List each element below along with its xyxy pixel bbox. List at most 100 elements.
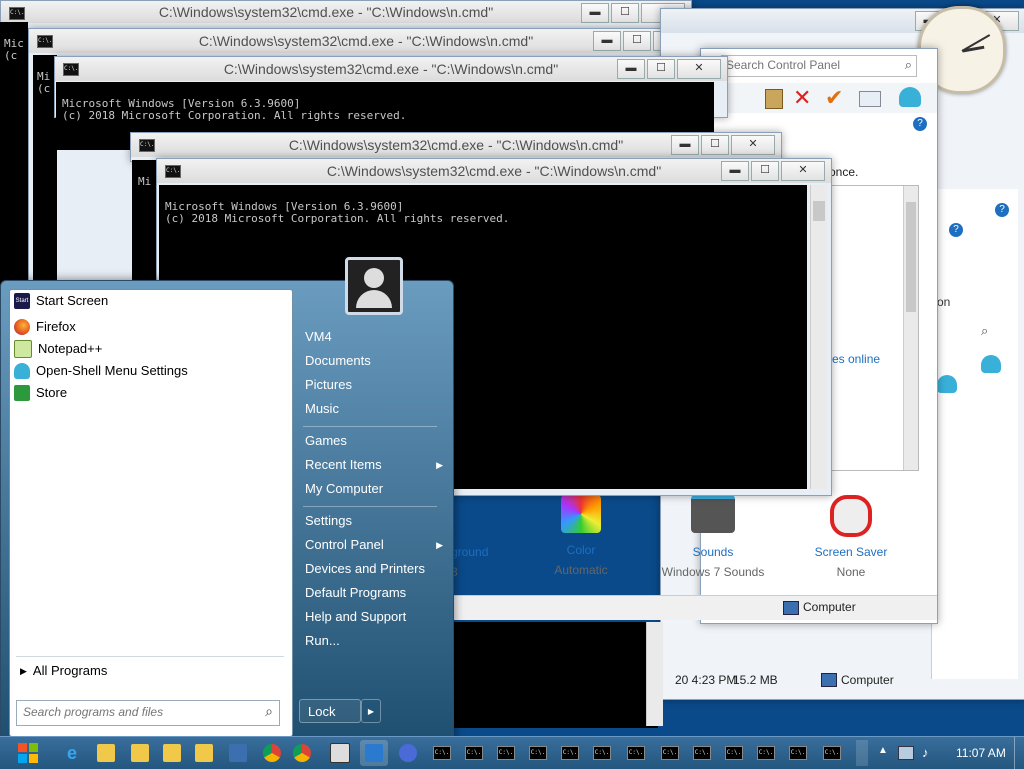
taskbar-cmd[interactable]: C:\. xyxy=(428,740,456,766)
start-item-pictures[interactable]: Pictures xyxy=(305,374,445,396)
cp-link-online[interactable]: es online xyxy=(832,352,880,366)
program-notepadpp[interactable]: Notepad++ xyxy=(14,338,102,360)
taskbar-cmd[interactable]: C:\. xyxy=(752,740,780,766)
maximize-button[interactable]: ☐ xyxy=(751,161,779,181)
help-icon[interactable]: ? xyxy=(995,203,1009,217)
search-icon[interactable]: ⌕ xyxy=(981,323,988,339)
start-item-documents[interactable]: Documents xyxy=(305,350,445,372)
cp-list-box[interactable]: es online xyxy=(821,185,919,471)
taskbar-computer[interactable] xyxy=(224,740,252,766)
start-item-run[interactable]: Run... xyxy=(305,630,445,652)
taskbar-cmd[interactable]: C:\. xyxy=(688,740,716,766)
minimize-button[interactable]: ▬ xyxy=(593,31,621,51)
close-button[interactable]: ✕ xyxy=(781,161,825,181)
taskbar-cmd[interactable]: C:\. xyxy=(784,740,812,766)
minimize-button[interactable]: ▬ xyxy=(671,135,699,155)
taskbar-cmd[interactable]: C:\. xyxy=(524,740,552,766)
cmd-titlebar[interactable]: C:\. C:\Windows\system32\cmd.exe - "C:\W… xyxy=(157,159,831,183)
personalize-item-color[interactable]: Color Automatic xyxy=(541,495,621,585)
personalize-item-sounds[interactable]: Sounds Windows 7 Sounds xyxy=(651,495,775,585)
minimize-button[interactable]: ▬ xyxy=(581,3,609,23)
close-button[interactable]: ✕ xyxy=(677,59,721,79)
taskbar-cmd[interactable]: C:\. xyxy=(656,740,684,766)
taskbar-cmd[interactable]: C:\. xyxy=(818,740,846,766)
help-icon[interactable]: ? xyxy=(913,117,927,131)
taskbar-cmd[interactable]: C:\. xyxy=(622,740,650,766)
start-item-vm4[interactable]: VM4 xyxy=(305,326,445,348)
maximize-button[interactable]: ☐ xyxy=(611,3,639,23)
program-firefox[interactable]: Firefox xyxy=(14,316,76,338)
taskbar-cmd[interactable]: C:\. xyxy=(492,740,520,766)
search-icon[interactable]: ⌕ xyxy=(265,703,273,720)
personalize-item-background[interactable]: ground 3 xyxy=(451,545,551,585)
scrollbar-thumb[interactable] xyxy=(906,202,916,312)
taskbar-ie[interactable]: e xyxy=(58,740,86,766)
scrollbar-thumb[interactable] xyxy=(813,201,825,221)
delete-icon[interactable]: ✕ xyxy=(793,85,811,111)
lock-button[interactable]: Lock xyxy=(299,699,361,723)
cmd-console-back-1[interactable]: Mic (c xyxy=(0,22,28,290)
cmd-titlebar[interactable]: C:\. C:\Windows\system32\cmd.exe - "C:\W… xyxy=(55,57,727,81)
properties-icon[interactable] xyxy=(859,91,881,107)
start-item-music[interactable]: Music xyxy=(305,398,445,420)
taskbar-cmd[interactable]: C:\. xyxy=(720,740,748,766)
cp-search-input[interactable] xyxy=(722,56,900,74)
network-icon[interactable] xyxy=(898,746,914,760)
cp-list-scrollbar[interactable] xyxy=(903,186,918,470)
taskbar-explorer-1[interactable] xyxy=(92,740,120,766)
cmd-titlebar[interactable]: C:\. C:\Windows\system32\cmd.exe - "C:\W… xyxy=(131,133,781,157)
taskbar-explorer-3[interactable] xyxy=(158,740,186,766)
cmd-titlebar[interactable]: C:\. C:\Windows\system32\cmd.exe - "C:\W… xyxy=(1,1,691,23)
tray-show-hidden-icon[interactable]: ▲ xyxy=(878,745,888,756)
start-button[interactable] xyxy=(6,740,50,766)
help-icon[interactable]: ? xyxy=(949,223,963,237)
minimize-button[interactable]: ▬ xyxy=(721,161,749,181)
taskbar-7zip[interactable] xyxy=(326,740,354,766)
taskbar-cmd[interactable]: C:\. xyxy=(556,740,584,766)
start-item-settings[interactable]: Settings xyxy=(305,510,445,532)
start-item-games[interactable]: Games xyxy=(305,430,445,452)
start-item-my-computer[interactable]: My Computer xyxy=(305,478,445,500)
volume-icon[interactable]: ♪ xyxy=(922,745,929,760)
taskbar-monitor[interactable] xyxy=(360,740,388,766)
taskbar-explorer-2[interactable] xyxy=(126,740,154,766)
firefox-icon xyxy=(14,319,30,335)
all-programs-button[interactable]: ▶ All Programs xyxy=(20,660,107,682)
taskbar-explorer-4[interactable] xyxy=(190,740,218,766)
program-open-shell-settings[interactable]: Open-Shell Menu Settings xyxy=(14,360,188,382)
start-search-input[interactable] xyxy=(17,701,259,723)
start-item-control-panel[interactable]: Control Panel ▶ xyxy=(305,534,445,556)
lock-options-button[interactable]: ▶ xyxy=(361,699,381,723)
program-store[interactable]: Store xyxy=(14,382,67,404)
maximize-button[interactable]: ☐ xyxy=(647,59,675,79)
cmd-icon: C:\. xyxy=(661,746,679,760)
search-icon[interactable]: ⌕ xyxy=(905,57,912,73)
taskbar-chrome-2[interactable] xyxy=(288,740,316,766)
minimize-button[interactable]: ▬ xyxy=(617,59,645,79)
start-item-devices-printers[interactable]: Devices and Printers xyxy=(305,558,445,580)
cp-search-box[interactable]: ⌕ xyxy=(721,55,917,77)
taskbar-chrome-1[interactable] xyxy=(258,740,286,766)
taskbar-cmd[interactable]: C:\. xyxy=(588,740,616,766)
taskbar-scroll-buttons[interactable] xyxy=(856,740,868,766)
clock-time[interactable]: 11:07 AM xyxy=(956,746,1006,760)
cmd-console-bottom[interactable] xyxy=(452,622,658,728)
start-item-recent-items[interactable]: Recent Items ▶ xyxy=(305,454,445,476)
start-search-box[interactable]: ⌕ xyxy=(16,700,280,726)
console-scrollbar[interactable] xyxy=(810,185,827,489)
cmd-titlebar[interactable]: C:\. C:\Windows\system32\cmd.exe - "C:\W… xyxy=(29,29,703,53)
program-start-screen[interactable]: Start Start Screen xyxy=(14,290,108,312)
maximize-button[interactable]: ☐ xyxy=(623,31,651,51)
console-scrollbar[interactable] xyxy=(646,622,663,726)
maximize-button[interactable]: ☐ xyxy=(701,135,729,155)
taskbar-cmd[interactable]: C:\. xyxy=(460,740,488,766)
close-button[interactable]: ✕ xyxy=(731,135,775,155)
personalize-item-screen-saver[interactable]: Screen Saver None xyxy=(801,495,901,585)
checkmark-icon[interactable]: ✔ xyxy=(825,85,843,111)
show-desktop-button[interactable] xyxy=(1014,737,1024,769)
start-item-default-programs[interactable]: Default Programs xyxy=(305,582,445,604)
paste-icon[interactable] xyxy=(765,89,783,109)
start-item-help-support[interactable]: Help and Support xyxy=(305,606,445,628)
taskbar-settings[interactable] xyxy=(394,740,422,766)
shell-icon[interactable] xyxy=(899,87,921,107)
